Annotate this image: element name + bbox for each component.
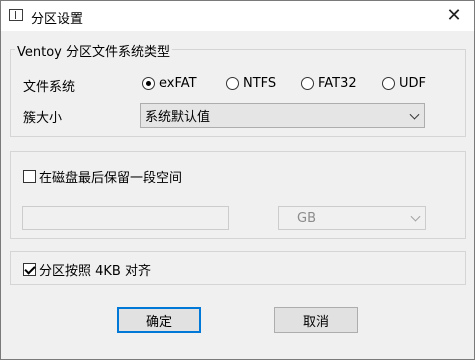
chevron-down-icon [409, 109, 420, 120]
radio-ntfs-indicator[interactable] [226, 77, 239, 90]
radio-exfat-label: exFAT [159, 76, 197, 91]
align-4kb-label: 分区按照 4KB 对齐 [39, 264, 151, 279]
cluster-size-select[interactable]: 系统默认值 [140, 103, 425, 128]
align-4kb-checkbox[interactable]: 分区按照 4KB 对齐 [23, 260, 151, 279]
ok-button[interactable]: 确定 [117, 307, 201, 333]
title-bar[interactable]: 分区设置 ✕ [1, 1, 474, 31]
cluster-size-label: 簇大小 [23, 111, 63, 126]
filesystem-label: 文件系统 [23, 80, 76, 95]
cluster-size-value: 系统默认值 [145, 110, 211, 125]
align-4kb-checkbox-box[interactable] [23, 263, 36, 276]
radio-udf-indicator[interactable] [382, 77, 395, 90]
reserve-unit-select[interactable]: GB [278, 206, 426, 230]
radio-fat32[interactable]: FAT32 [301, 76, 357, 91]
radio-fat32-indicator[interactable] [301, 77, 314, 90]
radio-exfat[interactable]: exFAT [142, 76, 197, 91]
cancel-button[interactable]: 取消 [274, 307, 358, 333]
reserve-space-checkbox[interactable]: 在磁盘最后保留一段空间 [23, 167, 182, 186]
radio-udf-label: UDF [399, 76, 427, 91]
window-icon [9, 9, 23, 21]
partition-type-legend: Ventoy 分区文件系统类型 [15, 41, 172, 60]
reserve-space-label: 在磁盘最后保留一段空间 [39, 171, 183, 186]
radio-udf[interactable]: UDF [382, 76, 426, 91]
radio-ntfs[interactable]: NTFS [226, 76, 276, 91]
radio-ntfs-label: NTFS [243, 76, 277, 91]
reserve-space-checkbox-box[interactable] [23, 170, 36, 183]
chevron-down-icon [410, 211, 421, 222]
radio-exfat-indicator[interactable] [142, 77, 155, 90]
partition-settings-dialog: 分区设置 ✕ Ventoy 分区文件系统类型 文件系统 exFAT NTFS F… [0, 0, 475, 360]
reserve-size-input[interactable] [22, 206, 229, 230]
radio-fat32-label: FAT32 [318, 76, 357, 91]
reserve-unit-value: GB [297, 210, 316, 226]
window-title: 分区设置 [31, 12, 84, 27]
close-button[interactable]: ✕ [444, 6, 464, 26]
